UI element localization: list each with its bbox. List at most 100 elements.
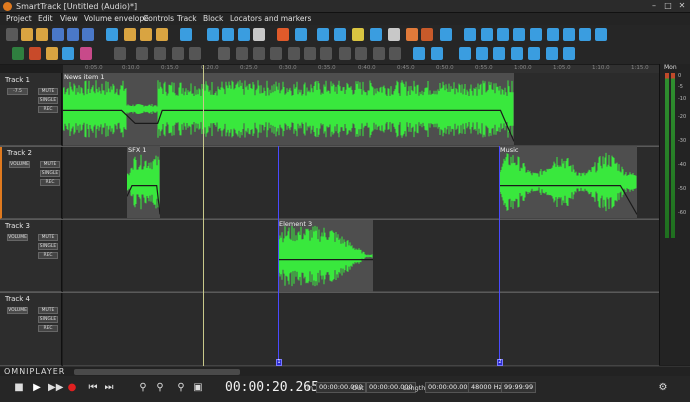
minimize-icon[interactable]: –: [648, 1, 660, 11]
marker-e-icon[interactable]: [493, 47, 505, 60]
save-as-icon[interactable]: [67, 28, 79, 41]
clip-sfx[interactable]: SFX 1: [127, 146, 160, 218]
clip-music[interactable]: Music: [499, 146, 637, 218]
cursor-icon[interactable]: [352, 28, 364, 41]
zoom-in-icon[interactable]: ⚲: [136, 381, 150, 395]
load-block-icon[interactable]: [156, 28, 168, 41]
menu-edit[interactable]: Edit: [38, 14, 53, 23]
import-icon[interactable]: [106, 28, 118, 41]
record-icon[interactable]: ●: [65, 381, 79, 395]
tool-a-icon[interactable]: [464, 28, 476, 41]
track-lane-4[interactable]: [63, 292, 659, 366]
marker-a-icon[interactable]: [413, 47, 425, 60]
lock-icon[interactable]: [46, 47, 58, 60]
marker-b-icon[interactable]: [431, 47, 443, 60]
open-recent-icon[interactable]: [36, 28, 48, 41]
track-header-4[interactable]: Track 4 VOLUME MUTE SINGLE REC: [0, 292, 62, 366]
skip-forward-icon[interactable]: ⏭: [102, 381, 116, 395]
volume-button[interactable]: VOLUME: [9, 161, 30, 168]
rec-button[interactable]: REC: [40, 179, 60, 186]
menu-view[interactable]: View: [60, 14, 78, 23]
scroll-thumb[interactable]: [74, 369, 240, 375]
loop-region-icon[interactable]: [288, 47, 300, 60]
marker-i-icon[interactable]: [563, 47, 575, 60]
zoom-out-icon[interactable]: ⚲: [153, 381, 167, 395]
snap-icon[interactable]: [62, 47, 74, 60]
settings-icon[interactable]: ⚙: [656, 381, 670, 395]
tool-e-icon[interactable]: [530, 28, 542, 41]
menu-volume-envelope[interactable]: Volume envelope: [84, 14, 149, 23]
marker-c-icon[interactable]: [459, 47, 471, 60]
tool-g-icon[interactable]: [563, 28, 575, 41]
delete-icon[interactable]: [253, 28, 265, 41]
track-header-1[interactable]: Track 1 -7.5 MUTE SINGLE REC: [0, 73, 62, 146]
cut-icon[interactable]: [207, 28, 219, 41]
track-header-2[interactable]: Track 2 VOLUME MUTE SINGLE REC: [0, 146, 62, 219]
zoom-fit-icon[interactable]: ⚲: [174, 381, 188, 395]
undo-icon[interactable]: [277, 28, 289, 41]
trim-icon[interactable]: [370, 28, 382, 41]
export-icon[interactable]: [180, 28, 192, 41]
envelope-point-icon[interactable]: [114, 47, 126, 60]
settings-grid-icon[interactable]: [440, 28, 452, 41]
save-icon[interactable]: [52, 28, 64, 41]
fade-in-icon[interactable]: [136, 47, 148, 60]
tool-i-icon[interactable]: [595, 28, 607, 41]
open-folder-icon[interactable]: [21, 28, 33, 41]
load-alt-icon[interactable]: [140, 28, 152, 41]
tool-c-icon[interactable]: [497, 28, 509, 41]
paste-icon[interactable]: [238, 28, 250, 41]
skip-back-icon[interactable]: ⏮: [86, 381, 100, 395]
gain-icon[interactable]: [189, 47, 201, 60]
rec-button[interactable]: REC: [38, 325, 58, 332]
align-icon[interactable]: [389, 47, 401, 60]
mute-button[interactable]: MUTE: [40, 161, 60, 168]
prev-marker-icon[interactable]: [236, 47, 248, 60]
menu-block[interactable]: Block: [203, 14, 223, 23]
mute-button[interactable]: MUTE: [38, 88, 58, 95]
play-icon[interactable]: ▶: [30, 381, 44, 395]
menu-project[interactable]: Project: [6, 14, 32, 23]
marker-f-icon[interactable]: [511, 47, 523, 60]
zoom-selection-icon[interactable]: ▣: [191, 381, 205, 395]
rec-button[interactable]: REC: [38, 106, 58, 113]
fade-out-icon[interactable]: [154, 47, 166, 60]
volume-button[interactable]: VOLUME: [7, 307, 28, 314]
mute-button[interactable]: MUTE: [38, 234, 58, 241]
single-button[interactable]: SINGLE: [38, 97, 58, 104]
timeline-ruler[interactable]: 0:05.0 0:10.0 0:15.0 0:20.0 0:25.0 0:30.…: [63, 65, 659, 73]
marker-line[interactable]: [278, 146, 279, 366]
split-icon[interactable]: [334, 28, 346, 41]
menu-controls[interactable]: Controls: [143, 14, 174, 23]
marker-flag[interactable]: 2: [497, 359, 503, 366]
next-marker-icon[interactable]: [253, 47, 265, 60]
single-button[interactable]: SINGLE: [38, 243, 58, 250]
region-end-icon[interactable]: [304, 47, 316, 60]
load-icon[interactable]: [124, 28, 136, 41]
clip-element[interactable]: Element 3: [278, 220, 373, 292]
crossfade-icon[interactable]: [172, 47, 184, 60]
new-project-icon[interactable]: [6, 28, 18, 41]
loop-icon[interactable]: [80, 47, 92, 60]
tool-h-icon[interactable]: [579, 28, 591, 41]
single-button[interactable]: SINGLE: [40, 170, 60, 177]
marker-flag[interactable]: 1: [276, 359, 282, 366]
save-all-icon[interactable]: [82, 28, 94, 41]
rec-button[interactable]: REC: [38, 252, 58, 259]
pencil-icon[interactable]: [388, 28, 400, 41]
tool-d-icon[interactable]: [513, 28, 525, 41]
copy-icon[interactable]: [222, 28, 234, 41]
tool-b-icon[interactable]: [481, 28, 493, 41]
clip-news-item[interactable]: News item 1: [63, 73, 514, 145]
volume-button[interactable]: VOLUME: [7, 234, 28, 241]
horizontal-scrollbar[interactable]: OMNIPLAYER: [0, 366, 690, 376]
envelope-mode-icon[interactable]: [12, 47, 24, 60]
menu-track[interactable]: Track: [177, 14, 197, 23]
select-icon[interactable]: [317, 28, 329, 41]
volume-button[interactable]: -7.5: [7, 88, 28, 95]
stop-icon[interactable]: ■: [12, 381, 26, 395]
move-right-icon[interactable]: [355, 47, 367, 60]
goto-end-icon[interactable]: [270, 47, 282, 60]
marker-line[interactable]: [499, 146, 500, 366]
redo-icon[interactable]: [295, 28, 307, 41]
